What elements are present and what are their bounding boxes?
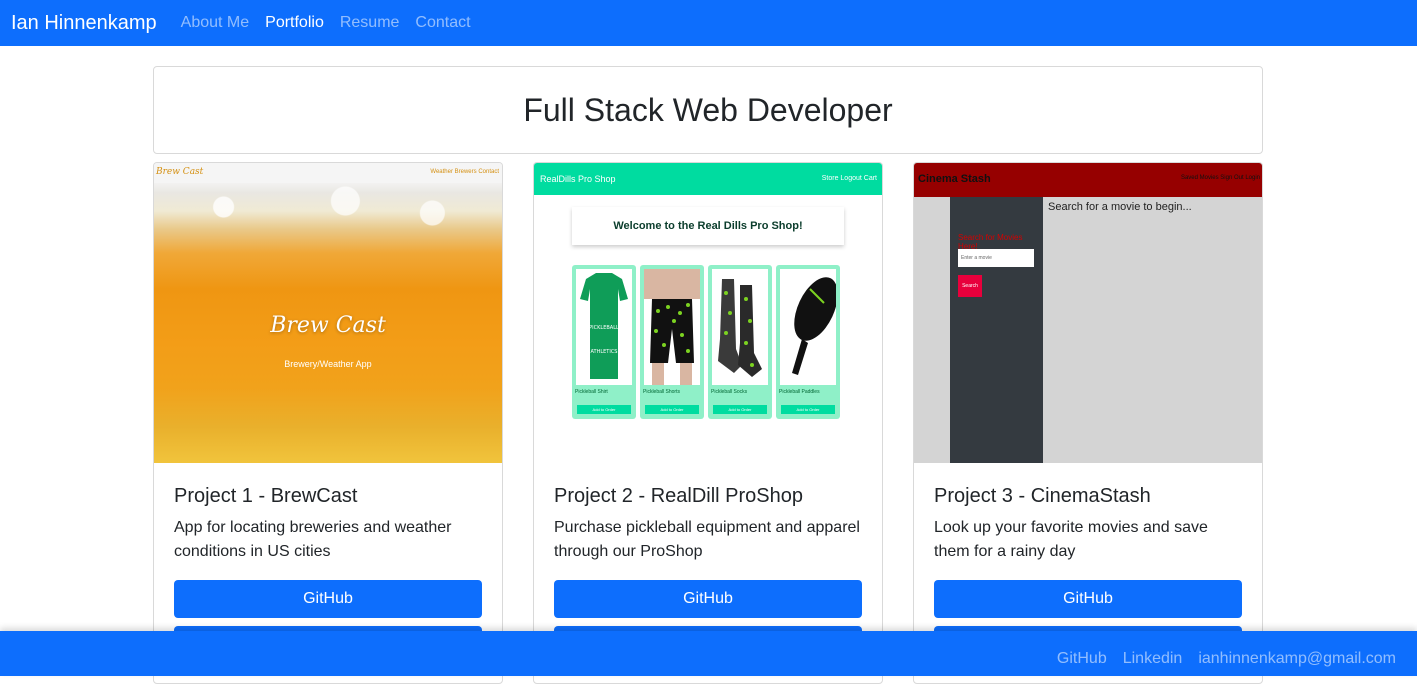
footer-links: GitHub Linkedin ianhinnenkamp@gmail.com	[1057, 650, 1396, 668]
realdill-mini-logo: RealDills Pro Shop	[540, 174, 616, 184]
product-card-socks: Pickleball Socks Add to Order	[708, 265, 772, 419]
realdill-mini-links: Store Logout Cart	[821, 175, 877, 182]
project-card-brewcast: Brew Cast Weather Brewers Contact Brew C…	[153, 162, 503, 684]
project-description: Look up your favorite movies and save th…	[934, 519, 1208, 560]
brewcast-subtitle: Brewery/Weather App	[284, 359, 372, 369]
cinemastash-search-input: Enter a movie	[958, 249, 1034, 267]
svg-text:ATHLETICS: ATHLETICS	[591, 349, 618, 355]
project-card-cinemastash: Cinema Stash Saved Movies Sign Out Login…	[913, 162, 1263, 684]
product-label: Pickleball Shirt	[575, 389, 608, 395]
project-title: Project 3 - CinemaStash	[934, 485, 1151, 507]
add-to-order-button: Add to Order	[577, 405, 631, 414]
top-navbar: Ian Hinnenkamp About Me Portfolio Resume…	[0, 0, 1417, 46]
github-button[interactable]: GitHub	[554, 580, 862, 618]
brewcast-screenshot: Brew Cast Weather Brewers Contact Brew C…	[154, 163, 502, 463]
nav-contact[interactable]: Contact	[415, 14, 470, 32]
beer-foam	[154, 183, 502, 243]
svg-text:PICKLEBALL: PICKLEBALL	[589, 325, 619, 331]
project-description: Purchase pickleball equipment and appare…	[554, 519, 860, 560]
project-description: App for locating breweries and weather c…	[174, 519, 452, 560]
nav-about-me[interactable]: About Me	[181, 14, 249, 32]
product-card-shirt: PICKLEBALL ATHLETICS Pickleball Shirt Add…	[572, 265, 636, 419]
project-card-realdill: RealDills Pro Shop Store Logout Cart Wel…	[533, 162, 883, 684]
project-title: Project 2 - RealDill ProShop	[554, 485, 803, 507]
add-to-order-button: Add to Order	[645, 405, 699, 414]
shorts-image	[644, 269, 700, 385]
brewcast-mini-links: Weather Brewers Contact	[430, 169, 499, 175]
brewcast-mini-logo: Brew Cast	[156, 167, 204, 177]
footer: GitHub Linkedin ianhinnenkamp@gmail.com	[0, 631, 1417, 676]
cinemastash-screenshot: Cinema Stash Saved Movies Sign Out Login…	[914, 163, 1262, 463]
paddle-image	[780, 269, 838, 385]
product-label: Pickleball Shorts	[643, 389, 680, 395]
nav-portfolio[interactable]: Portfolio	[265, 14, 324, 32]
cinemastash-mini-logo: Cinema Stash	[918, 173, 991, 185]
product-card-paddles: Pickleball Paddles Add to Order	[776, 265, 840, 419]
cinemastash-prompt: Search for a movie to begin...	[1048, 201, 1192, 213]
cinemastash-mini-links: Saved Movies Sign Out Login	[1180, 175, 1260, 181]
page-title: Full Stack Web Developer	[523, 91, 893, 128]
nav-resume[interactable]: Resume	[340, 14, 400, 32]
realdill-welcome-banner: Welcome to the Real Dills Pro Shop!	[572, 207, 844, 245]
product-card-shorts: Pickleball Shorts Add to Order	[640, 265, 704, 419]
github-button[interactable]: GitHub	[934, 580, 1242, 618]
github-button[interactable]: GitHub	[174, 580, 482, 618]
brewcast-headline: Brew Cast	[270, 313, 386, 338]
header-card: Full Stack Web Developer	[153, 66, 1263, 154]
realdill-screenshot: RealDills Pro Shop Store Logout Cart Wel…	[534, 163, 882, 463]
footer-linkedin-link[interactable]: Linkedin	[1123, 650, 1183, 668]
cinemastash-search-button: Search	[958, 275, 982, 297]
cinemastash-sidebar: Search for Movies Here! Enter a movie Se…	[950, 197, 1043, 463]
product-label: Pickleball Socks	[711, 389, 748, 395]
product-label: Pickleball Paddles	[779, 389, 820, 395]
footer-email-link[interactable]: ianhinnenkamp@gmail.com	[1198, 650, 1396, 668]
brand-link[interactable]: Ian Hinnenkamp	[11, 12, 157, 35]
footer-github-link[interactable]: GitHub	[1057, 650, 1107, 668]
project-title: Project 1 - BrewCast	[174, 485, 358, 507]
add-to-order-button: Add to Order	[713, 405, 767, 414]
shirt-image: PICKLEBALL ATHLETICS	[576, 269, 632, 385]
socks-image	[712, 269, 768, 385]
add-to-order-button: Add to Order	[781, 405, 835, 414]
